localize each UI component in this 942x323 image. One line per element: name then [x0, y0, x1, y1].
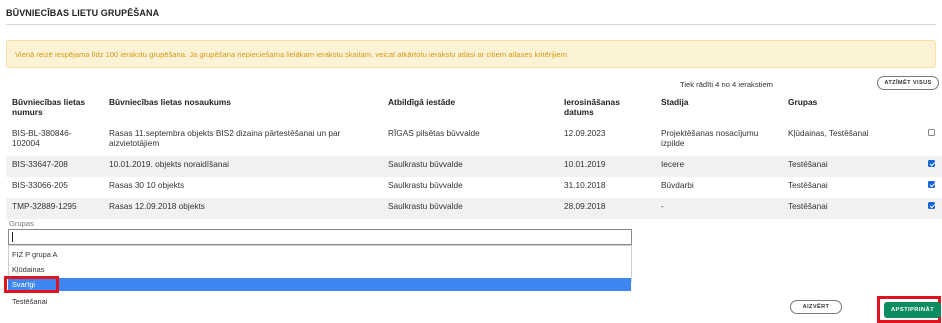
info-notice: Vienā reizē iespējama līdz 100 ierakstu … [6, 40, 936, 68]
cell-groups: Testēšanai [782, 156, 922, 177]
cell-case-number: BIS-33066-205 [12, 180, 68, 190]
row-checkbox[interactable] [928, 181, 935, 188]
column-header-groups[interactable]: Grupas [782, 93, 922, 125]
cell-date: 10.01.2019 [558, 156, 655, 177]
cell-authority: Saulkrastu būvvalde [382, 198, 558, 219]
cell-authority: Saulkrastu būvvalde [382, 156, 558, 177]
cell-date: 12.09.2023 [564, 128, 606, 138]
close-button[interactable]: AIZVĒRT [790, 300, 842, 314]
cases-table: Būvniecības lietas numurs Būvniecības li… [6, 93, 942, 219]
column-header-case-number[interactable]: Būvniecības lietas numurs [6, 93, 103, 125]
cell-groups: Testēšanai [788, 180, 828, 190]
cell-case-number: BIS-BL-380846-102004 [12, 128, 72, 148]
cell-authority: RĪGAS pilsētas būvvalde [388, 128, 480, 138]
dropdown-option[interactable]: FIZ P grupa A [12, 250, 57, 259]
column-header-authority[interactable]: Atbildīgā iestāde [382, 93, 558, 125]
groups-label: Grupas [9, 219, 34, 228]
column-header-select [922, 93, 942, 125]
dropdown-option-selected-bg[interactable] [8, 278, 631, 291]
cell-date: 31.10.2018 [564, 180, 606, 190]
records-shown-count: Tiek rādīti 4 no 4 ierakstiem [680, 80, 773, 89]
cell-case-name: Rasas 11.septembra objekts BIS2 dizaina … [109, 128, 341, 148]
row-checkbox[interactable] [928, 129, 935, 136]
title-divider [6, 24, 936, 25]
dropdown-option[interactable]: Testēšanai [12, 297, 47, 306]
column-header-stage[interactable]: Stadija [655, 93, 782, 125]
row-checkbox[interactable] [928, 202, 935, 209]
column-header-initiation-date[interactable]: Ierosināšanas datums [558, 93, 655, 125]
cell-case-number: TMP-32889-1295 [6, 198, 103, 219]
cell-stage: - [655, 198, 782, 219]
confirm-button[interactable]: APSTIPRINĀT [884, 302, 941, 318]
cell-stage: Projektēšanas nosacījumu izpilde [661, 128, 759, 148]
groups-input[interactable] [8, 229, 632, 245]
column-header-case-name[interactable]: Būvniecības lietas nosaukums [103, 93, 382, 125]
table-row[interactable]: BIS-33647-208 10.01.2019. objekts noraid… [6, 156, 942, 177]
table-header-row: Būvniecības lietas numurs Būvniecības li… [6, 93, 942, 125]
cell-case-name: Rasas 12.09.2018 objekts [103, 198, 382, 219]
cell-groups: Kļūdainas, Testēšanai [788, 128, 869, 138]
text-caret [12, 232, 13, 242]
groups-dropdown [8, 245, 632, 282]
cell-stage: Iecere [655, 156, 782, 177]
table-row[interactable]: BIS-BL-380846-102004 Rasas 11.septembra … [6, 125, 942, 156]
highlight-box-option [4, 276, 59, 293]
dropdown-option[interactable]: Kļūdainas [12, 265, 44, 274]
cell-case-name: Rasas 30 10 objekts [109, 180, 185, 190]
cell-authority: Saulkrastu būvvalde [388, 180, 463, 190]
highlight-box-confirm: APSTIPRINĀT [877, 296, 941, 323]
cell-groups: Testēšanai [782, 198, 922, 219]
cell-stage: Būvdarbi [661, 180, 694, 190]
table-row[interactable]: BIS-33066-205 Rasas 30 10 objekts Saulkr… [6, 177, 942, 198]
cell-date: 28.09.2018 [558, 198, 655, 219]
select-all-button[interactable]: ATZĪMĒT VISUS [877, 76, 939, 90]
cell-case-name: 10.01.2019. objekts noraidīšanai [103, 156, 382, 177]
table-row[interactable]: TMP-32889-1295 Rasas 12.09.2018 objekts … [6, 198, 942, 219]
cell-case-number: BIS-33647-208 [6, 156, 103, 177]
dialog-title: BŪVNIECĪBAS LIETU GRUPĒŠANA [6, 8, 160, 18]
row-checkbox[interactable] [928, 160, 935, 167]
